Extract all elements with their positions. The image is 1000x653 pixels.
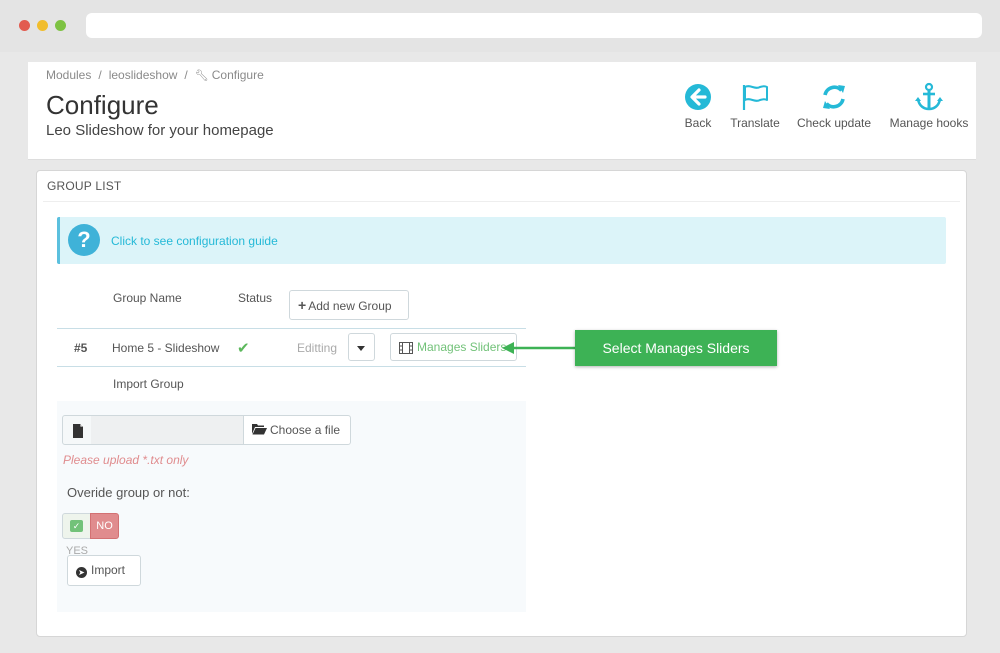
- column-header-status: Status: [238, 291, 273, 305]
- browser-chrome: [0, 0, 1000, 52]
- add-new-group-label: Add new Group: [308, 299, 392, 313]
- file-icon: [73, 424, 83, 438]
- manage-hooks-button[interactable]: Manage hooks: [884, 82, 974, 130]
- import-button[interactable]: ➤ Import: [67, 555, 141, 586]
- configuration-guide-alert: ? Click to see configuration guide: [57, 217, 946, 264]
- switch-no-option[interactable]: NO: [90, 513, 119, 539]
- translate-label: Translate: [730, 116, 780, 130]
- film-icon: [399, 341, 413, 354]
- minimize-window-dot[interactable]: [37, 20, 48, 31]
- wrench-icon: 🔧︎: [194, 70, 209, 82]
- upload-hint: Please upload *.txt only: [63, 453, 189, 467]
- annotation-arrow-icon: [502, 342, 576, 354]
- editing-text: Editting: [297, 341, 338, 355]
- translate-button[interactable]: Translate: [726, 82, 784, 130]
- manages-sliders-label: Manages Sliders: [417, 340, 507, 354]
- refresh-icon: [823, 85, 845, 109]
- maximize-window-dot[interactable]: [55, 20, 66, 31]
- row-divider: [57, 328, 526, 329]
- column-header-group-name: Group Name: [113, 291, 182, 305]
- annotation-callout: Select Manages Sliders: [575, 330, 777, 366]
- import-label: Import: [91, 563, 126, 577]
- manages-sliders-button[interactable]: Manages Sliders: [390, 333, 517, 361]
- breadcrumb-leoslideshow[interactable]: leoslideshow: [109, 68, 178, 82]
- page-title: Configure: [46, 90, 159, 120]
- folder-open-icon: [252, 424, 267, 435]
- divider: [43, 201, 960, 202]
- import-group-label: Import Group: [113, 377, 184, 391]
- arrow-circle-right-icon: ➤: [76, 567, 87, 578]
- group-name: Home 5 - Slideshow: [112, 341, 220, 355]
- file-name-input[interactable]: [91, 415, 244, 445]
- breadcrumb-separator: /: [184, 68, 188, 82]
- anchor-icon: [915, 82, 943, 111]
- override-group-switch[interactable]: ✓ NO: [62, 513, 119, 539]
- panel-heading: GROUP LIST: [47, 179, 122, 193]
- override-group-label: Overide group or not:: [67, 485, 190, 500]
- breadcrumb-separator: /: [98, 68, 102, 82]
- check-update-button[interactable]: Check update: [792, 82, 876, 130]
- page-header: Modules / leoslideshow / 🔧︎ Configure Configu…: [28, 62, 976, 160]
- import-group-form: Choose a file Please upload *.txt only O…: [57, 401, 526, 612]
- configuration-guide-link[interactable]: Click to see configuration guide: [111, 234, 278, 248]
- back-button[interactable]: Back: [676, 82, 720, 130]
- breadcrumb-configure: Configure: [211, 68, 264, 82]
- question-icon: ?: [68, 224, 100, 256]
- plus-icon: +: [298, 297, 307, 313]
- check-update-label: Check update: [796, 116, 872, 130]
- choose-file-button[interactable]: Choose a file: [243, 415, 351, 445]
- group-id: #5: [74, 341, 88, 355]
- check-icon: ✓: [70, 520, 83, 532]
- address-bar[interactable]: [86, 13, 982, 38]
- status-enabled-check-icon[interactable]: ✔: [237, 339, 250, 357]
- file-type-addon: [62, 415, 92, 445]
- back-label: Back: [684, 116, 712, 130]
- flag-icon: [742, 85, 768, 110]
- group-list-panel: GROUP LIST ? Click to see configuration …: [36, 170, 967, 637]
- manage-hooks-label: Manage hooks: [889, 116, 969, 130]
- switch-yes-option[interactable]: ✓: [62, 513, 91, 539]
- breadcrumb-modules[interactable]: Modules: [46, 68, 91, 82]
- arrow-circle-left-icon: [685, 84, 711, 110]
- page-subtitle: Leo Slideshow for your homepage: [46, 122, 274, 139]
- choose-file-label: Choose a file: [270, 423, 341, 437]
- row-actions-dropdown-toggle[interactable]: [348, 333, 375, 361]
- breadcrumb: Modules / leoslideshow / 🔧︎ Configure: [46, 68, 264, 82]
- add-new-group-button[interactable]: + Add new Group: [289, 290, 409, 320]
- row-divider: [57, 366, 526, 367]
- close-window-dot[interactable]: [19, 20, 30, 31]
